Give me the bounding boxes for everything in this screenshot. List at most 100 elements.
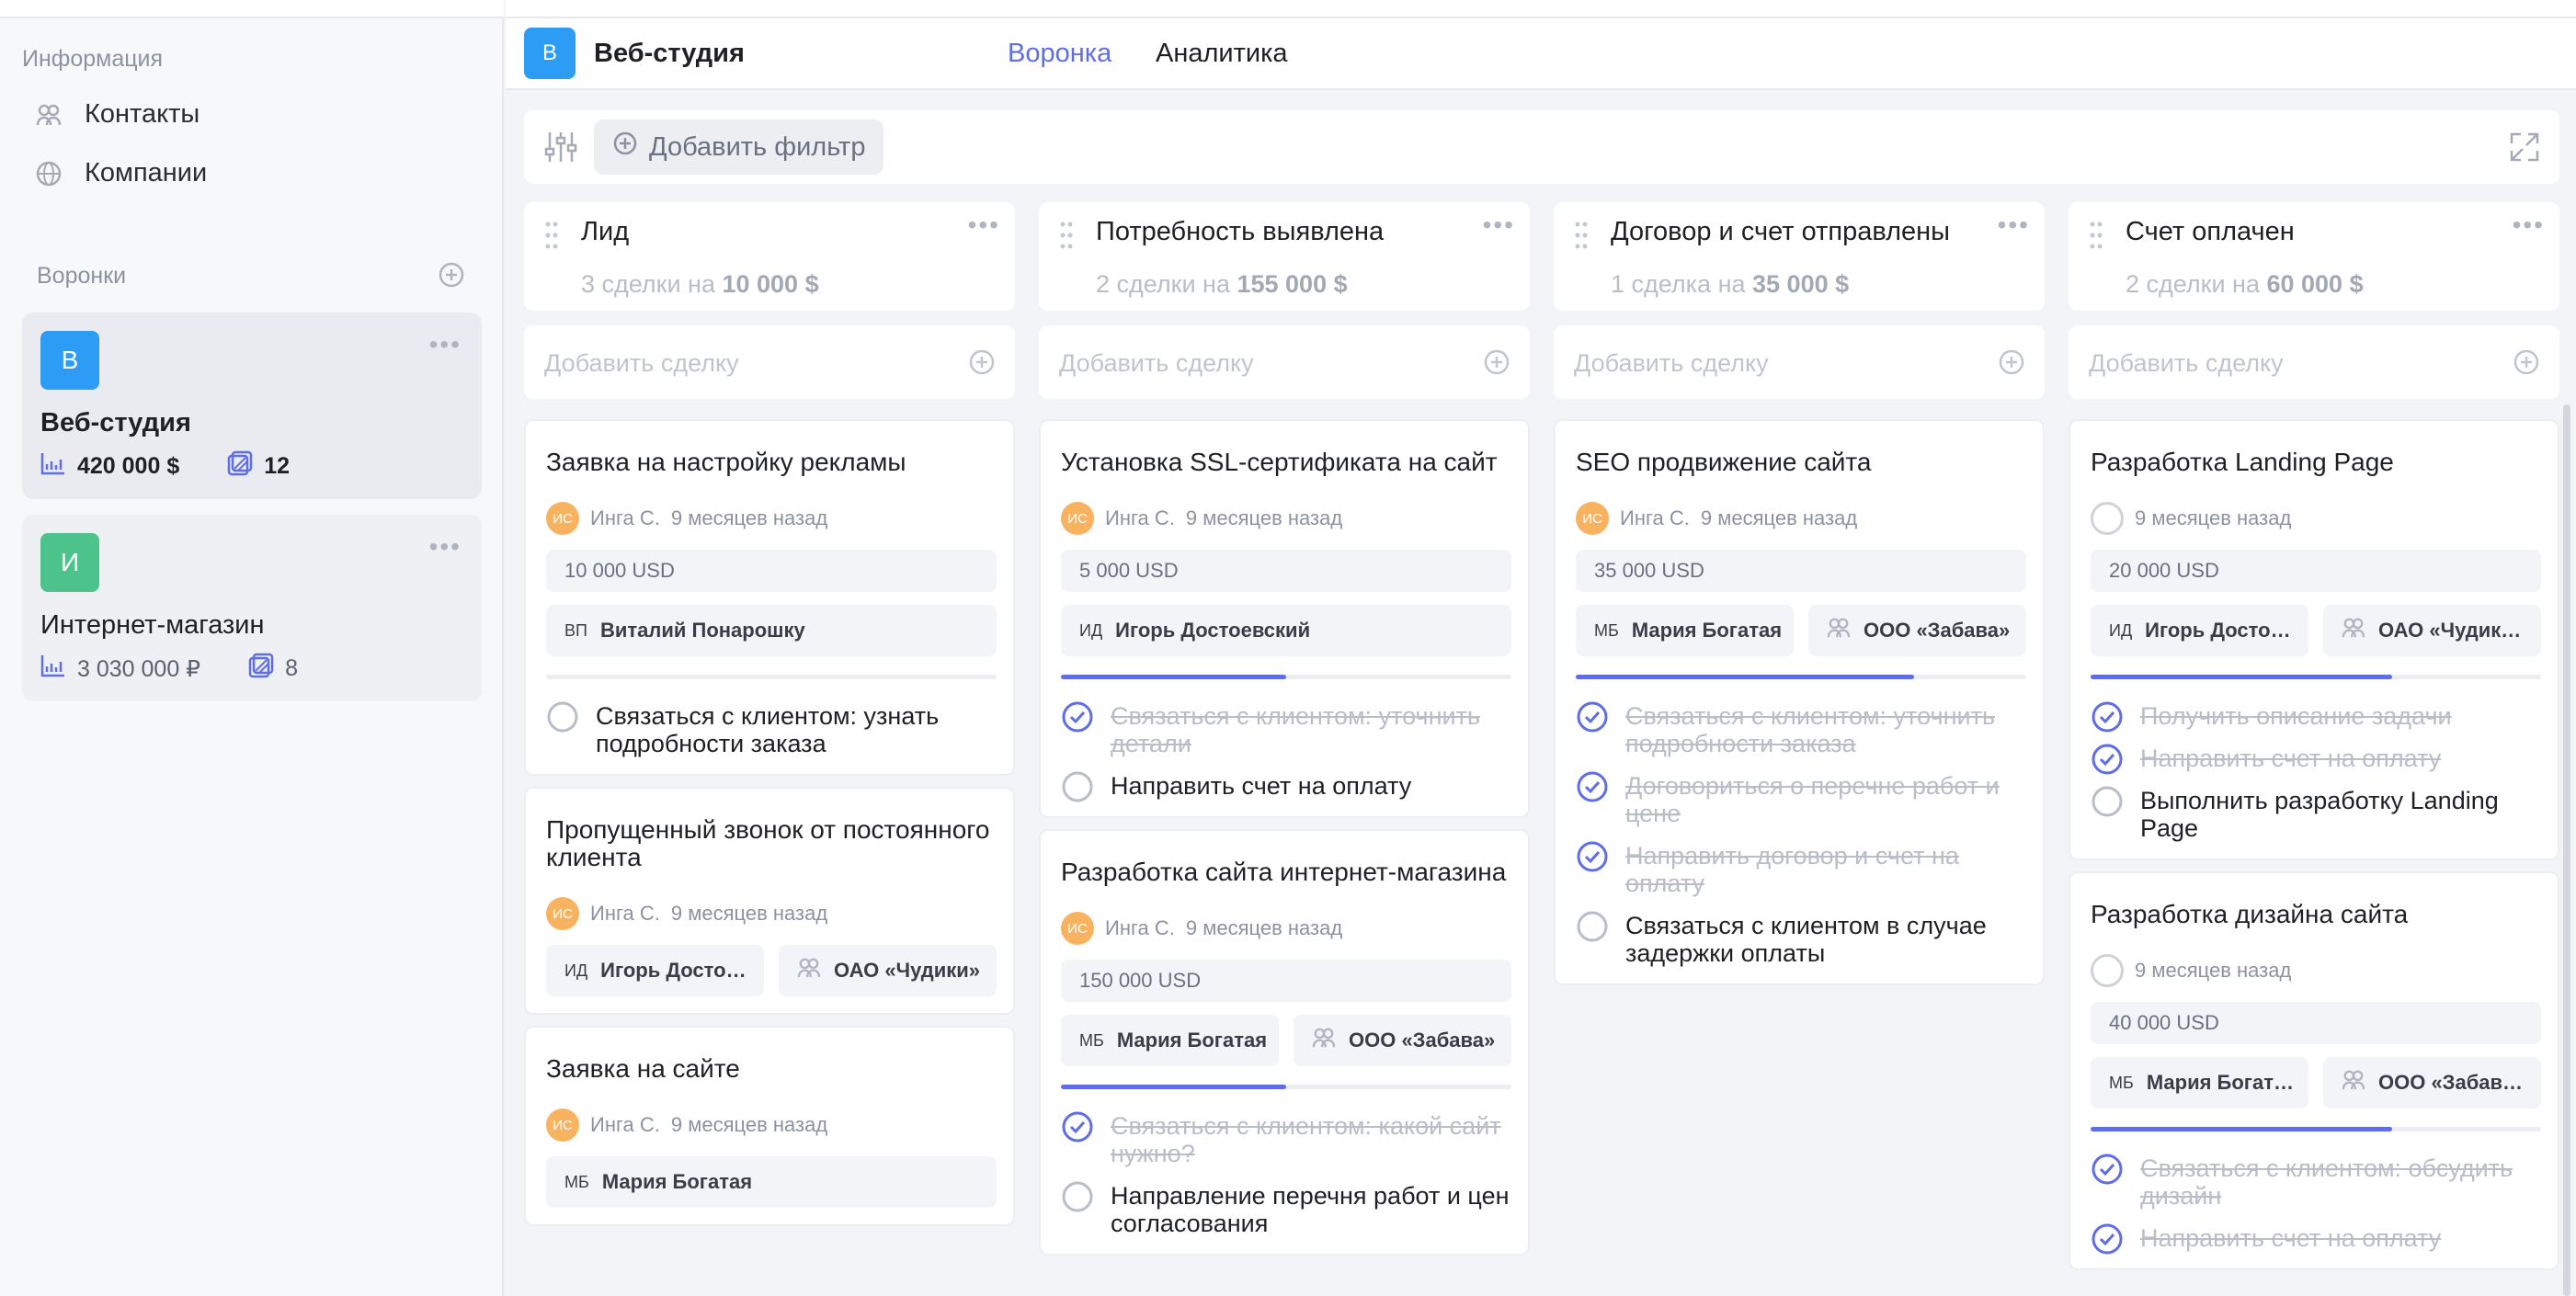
funnel-amount: 3 030 000 ₽ (77, 655, 201, 682)
funnel-card-online-store[interactable]: И ••• Интернет-магазин 3 030 000 ₽ 8 (22, 515, 482, 701)
task-text: Направить счет на оплату (2140, 1224, 2442, 1252)
more-icon[interactable]: ••• (429, 534, 462, 560)
contact-name: Мария Богатая (601, 1170, 753, 1193)
drag-handle-icon[interactable] (1059, 221, 1074, 250)
deal-author: Инга С. (1105, 916, 1175, 939)
deal-author: Инга С. (590, 506, 660, 529)
contact-pill[interactable]: МБ Мария Богатая (1576, 605, 1794, 656)
checked-circle-icon[interactable] (1061, 1110, 1094, 1143)
more-icon[interactable]: ••• (1998, 212, 2030, 238)
drag-handle-icon[interactable] (544, 221, 559, 250)
contact-pill[interactable]: ИД Игорь Достоевский (1061, 605, 1511, 656)
checked-circle-icon[interactable] (2091, 1153, 2124, 1186)
checked-circle-icon[interactable] (1576, 770, 1609, 803)
checked-circle-icon[interactable] (2091, 1222, 2124, 1256)
more-icon[interactable]: ••• (968, 212, 1000, 238)
deal-card[interactable]: Разработка дизайна сайта 9 месяцев назад 4… (2069, 871, 2559, 1270)
more-icon[interactable]: ••• (429, 332, 462, 358)
company-pill[interactable]: ОАО «Чудик… (2323, 605, 2541, 656)
task-item: Направить счет на оплату (2091, 743, 2541, 776)
summary-count: 3 сделки на (581, 270, 715, 298)
unchecked-circle-icon[interactable] (2091, 785, 2124, 818)
add-deal-button[interactable]: Добавить сделку (1039, 325, 1530, 399)
funnels-section-title: Воронки (37, 263, 127, 289)
unchecked-circle-icon[interactable] (1061, 770, 1094, 803)
contact-pill[interactable]: ИД Игорь Досто… (2091, 605, 2308, 656)
contact-pill[interactable]: МБ Мария Богат… (2091, 1057, 2308, 1108)
deal-card[interactable]: Заявка на настройку рекламы ИС Инга С. 9 ме… (524, 419, 1015, 776)
scrollbar[interactable] (2563, 404, 2570, 1296)
deal-card[interactable]: Заявка на сайте ИС Инга С. 9 месяцев назад М… (524, 1026, 1015, 1226)
deal-links: МБ Мария Богатая ООО «Забава» (1061, 1015, 1511, 1066)
add-deal-plus-icon[interactable] (2512, 347, 2541, 377)
contact-pill[interactable]: МБ Мария Богатая (1061, 1015, 1279, 1066)
funnel-stats: 420 000 $ 12 (40, 450, 290, 483)
add-deal-plus-icon[interactable] (967, 347, 997, 377)
task-item: Получить описание задачи (2091, 700, 2541, 733)
drag-handle-icon[interactable] (2089, 221, 2103, 250)
add-deal-button[interactable]: Добавить сделку (1554, 325, 2045, 399)
deal-time: 9 месяцев назад (670, 902, 828, 925)
summary-amount: 10 000 $ (722, 270, 819, 298)
tab-analytics[interactable]: Аналитика (1156, 39, 1288, 69)
checked-circle-icon[interactable] (1576, 700, 1609, 733)
add-deal-plus-icon[interactable] (1997, 347, 2026, 377)
add-deal-button[interactable]: Добавить сделку (524, 325, 1015, 399)
company-pill[interactable]: ОАО «Чудики» (779, 945, 997, 996)
deal-card[interactable]: SEO продвижение сайта ИС Инга С. 9 месяцев … (1554, 419, 2045, 985)
tab-funnel[interactable]: Воронка (1008, 39, 1111, 69)
add-deal-plus-icon[interactable] (1482, 347, 1511, 377)
checked-circle-icon[interactable] (2091, 700, 2124, 733)
deal-title: Разработка дизайна сайта (2091, 900, 2409, 928)
user-placeholder-icon (2091, 502, 2124, 535)
globe-icon (35, 160, 63, 188)
more-icon[interactable]: ••• (2513, 212, 2545, 238)
chart-icon (40, 654, 66, 684)
unchecked-circle-icon[interactable] (1061, 1180, 1094, 1213)
contact-pill[interactable]: МБ Мария Богатая (546, 1156, 997, 1208)
deal-title: Заявка на настройку рекламы (546, 448, 906, 476)
expand-icon[interactable] (2506, 129, 2543, 165)
contact-name: Игорь Досто… (2145, 619, 2291, 642)
add-filter-button[interactable]: Добавить фильтр (594, 119, 884, 175)
more-icon[interactable]: ••• (1483, 212, 1515, 238)
unchecked-circle-icon[interactable] (546, 700, 579, 733)
unchecked-circle-icon[interactable] (1576, 910, 1609, 943)
funnel-card-web-studio[interactable]: В ••• Веб-студия 420 000 $ 12 (22, 313, 482, 499)
sidebar-item-contacts[interactable]: Контакты (35, 99, 199, 130)
deal-amount: 150 000 USD (1061, 960, 1511, 1002)
contacts-icon (35, 101, 63, 129)
task-text: Связаться с клиентом в случае задержки о… (1625, 912, 1987, 967)
checked-circle-icon[interactable] (1576, 840, 1609, 873)
column-summary: 3 сделки на 10 000 $ (581, 270, 819, 299)
task-item: Связаться с клиентом: обсудить дизайн (2091, 1154, 2541, 1210)
deal-card[interactable]: Разработка сайта интернет-магазина ИС Инга… (1039, 829, 1530, 1256)
sidebar-item-companies[interactable]: Компании (35, 158, 207, 188)
deal-time: 9 месяцев назад (1185, 506, 1343, 529)
deal-amount: 10 000 USD (546, 550, 997, 592)
contact-pill[interactable]: ВП Виталий Понарошку (546, 605, 997, 656)
deal-card[interactable]: Установка SSL-сертификата на сайт ИС Инга … (1039, 419, 1530, 818)
deal-meta: ИС Инга С. 9 месяцев назад (546, 502, 827, 535)
task-text: Договориться о перечне работ и цене (1625, 772, 2000, 827)
task-text: Связаться с клиентом: уточнить подробнос… (1625, 702, 1996, 757)
deal-card[interactable]: Пропущенный звонок от постоянного клиент… (524, 787, 1015, 1015)
checked-circle-icon[interactable] (2091, 743, 2124, 776)
deal-time: 9 месяцев назад (1700, 506, 1858, 529)
company-pill[interactable]: ООО «Забав… (2323, 1057, 2541, 1108)
task-item: Связаться с клиентом: какой сайт нужно? (1061, 1110, 1511, 1167)
company-pill[interactable]: ООО «Забава» (1808, 605, 2026, 656)
contact-pill[interactable]: ИД Игорь Досто… (546, 945, 764, 996)
sidebar-top-divider (0, 0, 504, 18)
company-pill[interactable]: ООО «Забава» (1294, 1015, 1511, 1066)
filter-settings-icon[interactable] (542, 129, 579, 165)
drag-handle-icon[interactable] (1574, 221, 1589, 250)
contact-name: Игорь Достоевский (1115, 619, 1311, 642)
chart-icon (40, 451, 66, 482)
add-funnel-icon[interactable] (438, 261, 465, 293)
add-deal-button[interactable]: Добавить сделку (2069, 325, 2559, 399)
deal-card[interactable]: Разработка Landing Page 9 месяцев назад 20… (2069, 419, 2559, 860)
column-header: Потребность выявлена ••• 2 сделки на 155 0… (1039, 202, 1530, 311)
checked-circle-icon[interactable] (1061, 700, 1094, 733)
deal-links: ВП Виталий Понарошку (546, 605, 997, 656)
